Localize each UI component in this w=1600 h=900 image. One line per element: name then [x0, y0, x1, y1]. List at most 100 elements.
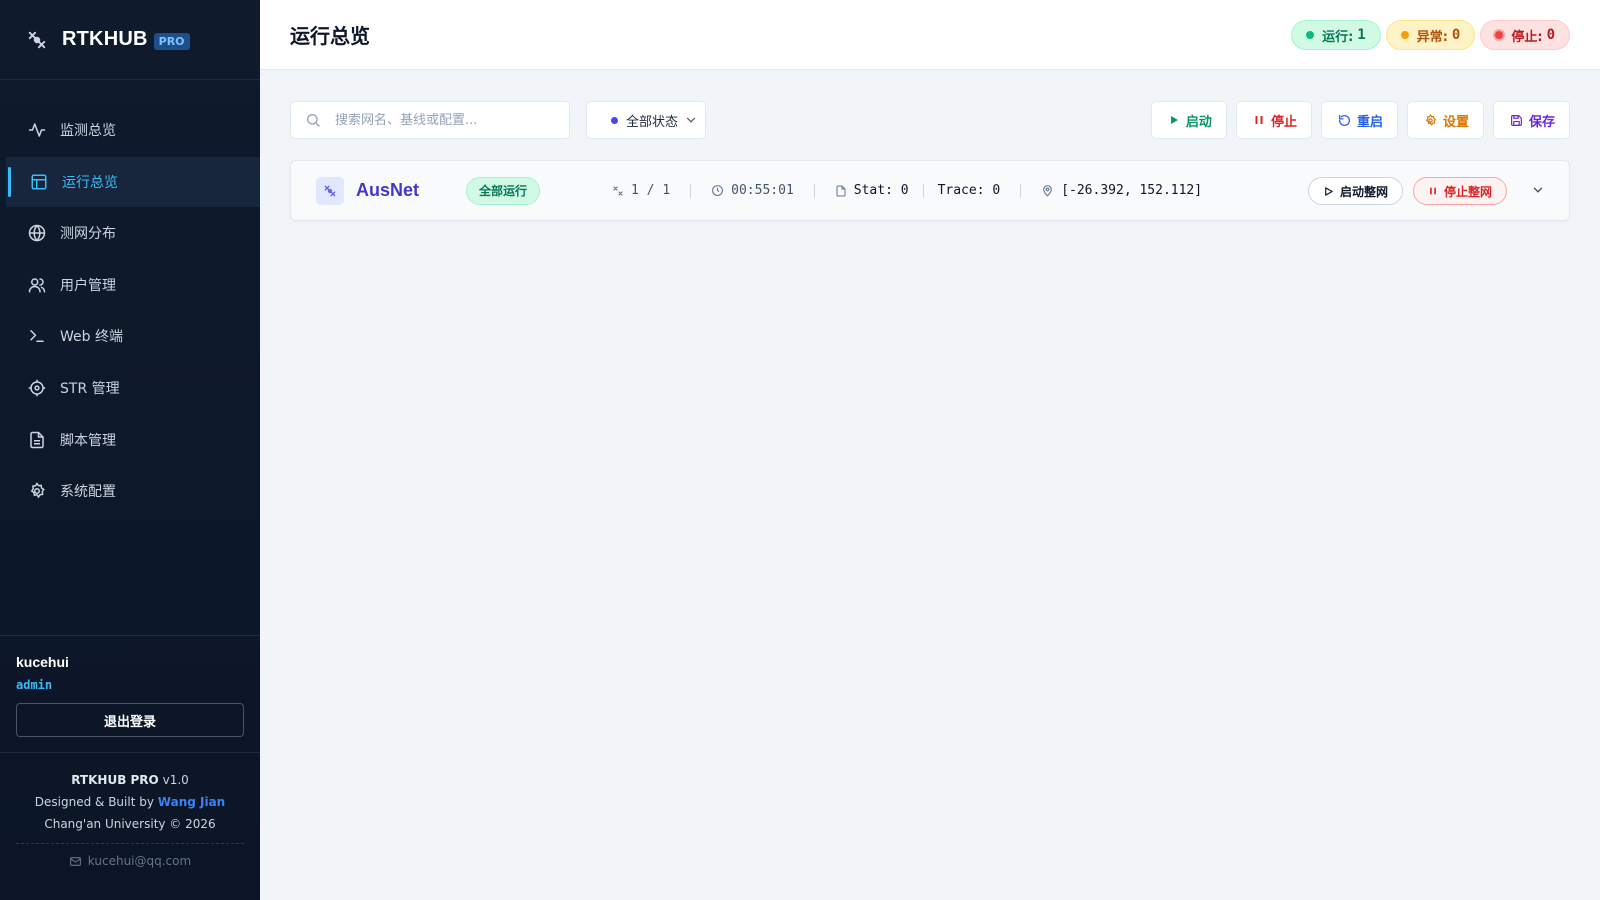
abnormal-count-badge[interactable]: 异常: 0: [1385, 20, 1476, 50]
sidebar-item-label: 测网分布: [60, 226, 116, 243]
sidebar-item-network-map[interactable]: 测网分布: [0, 208, 260, 258]
brand-name: RTKHUB: [62, 28, 148, 50]
sidebar-item-web-terminal[interactable]: Web 终端: [0, 311, 260, 361]
search-icon: [305, 112, 321, 128]
settings-button[interactable]: 设置: [1406, 101, 1484, 139]
sidebar-item-users[interactable]: 用户管理: [0, 260, 260, 310]
network-status-badge: 全部运行: [466, 176, 541, 205]
logout-button[interactable]: 退出登录: [16, 703, 244, 737]
start-network-button[interactable]: 启动整网: [1307, 177, 1403, 205]
globe-icon: [28, 224, 46, 242]
coordinates: [-26.392, 152.112]: [1041, 183, 1202, 198]
rotate-ccw-icon: [1338, 114, 1351, 127]
map-pin-icon: [1041, 184, 1054, 197]
footer-designed-prefix: Designed & Built by: [34, 795, 154, 809]
footer-product: RTKHUB PRO: [71, 773, 159, 787]
station-ratio-value: 1 / 1: [631, 183, 671, 198]
running-dot-icon: [1306, 31, 1315, 39]
network-name[interactable]: AusNet: [356, 180, 466, 201]
pause-icon: [1428, 186, 1438, 196]
status-filter-value: 全部状态: [626, 114, 679, 130]
mail-icon: [69, 855, 82, 868]
stop-network-label: 停止整网: [1443, 184, 1492, 199]
user-name: kucehui: [16, 654, 69, 670]
footer-author-link[interactable]: Wang Jian: [158, 795, 225, 809]
sidebar-item-label: STR 管理: [60, 380, 120, 397]
footer-org: Chang'an University © 2026: [44, 817, 216, 831]
start-label: 启动: [1185, 113, 1212, 129]
status-summary: 运行: 1 异常: 0 停止: 0: [1291, 20, 1570, 50]
user-block: kucehui admin 退出登录: [0, 635, 260, 737]
status-filter-select[interactable]: 全部状态: [586, 101, 706, 139]
station-ratio: 1 / 1: [612, 183, 670, 198]
sidebar-item-label: 系统配置: [60, 484, 116, 501]
running-label: 运行:: [1322, 29, 1354, 45]
uptime-value: 00:55:01: [731, 183, 794, 198]
sidebar-item-scripts[interactable]: 脚本管理: [0, 415, 260, 465]
topbar: 运行总览 运行: 1 异常: 0 停止: 0: [260, 0, 1600, 70]
abnormal-count: 0: [1451, 27, 1461, 43]
users-icon: [28, 276, 46, 294]
chevron-down-icon: [684, 113, 698, 127]
target-icon: [28, 379, 46, 397]
file-icon: [835, 185, 847, 197]
status-filter-dot-icon: [611, 116, 618, 124]
coordinates-value: [-26.392, 152.112]: [1061, 183, 1203, 198]
uptime: 00:55:01: [711, 183, 794, 198]
pause-icon: [1253, 114, 1265, 126]
sidebar-item-monitor-overview[interactable]: 监测总览: [0, 105, 260, 155]
footer-version-line: RTKHUB PRO v1.0: [0, 773, 260, 787]
search-input[interactable]: [335, 112, 555, 128]
footer-divider: [16, 843, 244, 844]
abnormal-dot-icon: [1400, 31, 1409, 39]
running-count: 1: [1357, 27, 1366, 43]
stat-value: Stat: 0: [853, 183, 909, 198]
footer-version: v1.0: [162, 773, 189, 787]
stat-count: Stat: 0: [835, 183, 909, 198]
restart-button[interactable]: 重启: [1320, 101, 1398, 139]
play-icon: [1323, 186, 1334, 197]
stop-label: 停止: [1270, 113, 1297, 129]
divider: [690, 183, 692, 198]
gear-icon: [28, 482, 46, 500]
satellite-small-icon: [612, 185, 624, 197]
brand-badge: PRO: [153, 33, 190, 50]
satellite-icon: [26, 29, 48, 51]
restart-label: 重启: [1356, 113, 1383, 129]
save-label: 保存: [1528, 113, 1555, 129]
network-card[interactable]: AusNet 全部运行 1 / 1 00:55:01 Stat: 0 Trace…: [290, 160, 1570, 221]
running-count-badge[interactable]: 运行: 1: [1291, 20, 1381, 50]
brand[interactable]: RTKHUB PRO: [0, 0, 260, 80]
divider: [922, 183, 924, 198]
terminal-icon: [28, 327, 46, 345]
sidebar-footer: RTKHUB PRO v1.0 Designed & Built by Wang…: [0, 752, 260, 868]
sidebar-item-system-config[interactable]: 系统配置: [0, 466, 260, 516]
start-button[interactable]: 启动: [1150, 101, 1227, 139]
sidebar-item-str[interactable]: STR 管理: [0, 363, 260, 413]
layout-icon: [30, 173, 48, 191]
clock-icon: [711, 184, 724, 197]
search-box[interactable]: [290, 101, 570, 139]
trace-count: Trace: 0: [937, 183, 1001, 198]
chevron-down-icon[interactable]: [1531, 183, 1545, 197]
sidebar-item-label: 运行总览: [62, 174, 118, 191]
sidebar-item-label: 监测总览: [60, 123, 116, 139]
start-network-label: 启动整网: [1339, 184, 1388, 199]
sidebar-item-label: 用户管理: [60, 277, 116, 294]
footer-email[interactable]: kucehui@qq.com: [0, 854, 260, 868]
sidebar-item-label: 脚本管理: [60, 432, 116, 449]
stopped-count: 0: [1546, 27, 1555, 43]
save-button[interactable]: 保存: [1492, 101, 1570, 139]
page-title: 运行总览: [290, 24, 370, 48]
stop-button[interactable]: 停止: [1235, 101, 1312, 139]
save-icon: [1510, 114, 1523, 127]
stopped-label: 停止:: [1511, 29, 1543, 45]
gear-icon: [1424, 113, 1437, 127]
play-icon: [1168, 114, 1180, 126]
file-text-icon: [28, 431, 46, 449]
sidebar-nav: 监测总览 运行总览 测网分布 用户管理 Web 终端 STR 管理 脚本管理 系…: [0, 105, 260, 518]
stop-network-button[interactable]: 停止整网: [1412, 177, 1507, 205]
stopped-dot-icon: [1495, 31, 1504, 39]
stopped-count-badge[interactable]: 停止: 0: [1480, 20, 1570, 50]
sidebar-item-run-overview[interactable]: 运行总览: [6, 156, 260, 207]
